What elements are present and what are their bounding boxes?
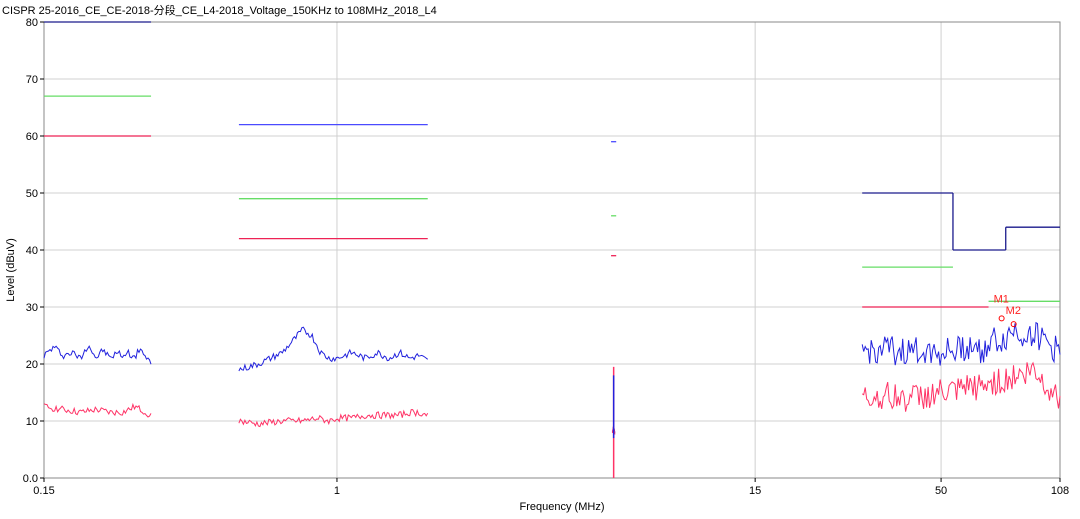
y-tick-label: 50 xyxy=(26,188,38,200)
series-trace xyxy=(43,402,152,418)
x-tick-label: 0.15 xyxy=(33,485,54,497)
x-tick-label: 15 xyxy=(749,485,761,497)
series-trace xyxy=(238,408,429,428)
series-trace xyxy=(861,361,1061,412)
y-axis-label: Level (dBuV) xyxy=(5,238,17,302)
x-tick-label: 1 xyxy=(334,485,340,497)
series-trace xyxy=(43,345,152,365)
marker-label: M1 xyxy=(994,293,1009,305)
y-tick-label: 60 xyxy=(26,131,38,143)
limit-lines xyxy=(44,21,1060,308)
emission-chart: M1M2 0.0 10 20 30 40 50 60 70 80 0.15 1 15 50 108 Fre… xyxy=(5,17,1069,513)
marker-label: M2 xyxy=(1006,305,1021,317)
x-tick-label: 50 xyxy=(935,485,947,497)
y-tick-label: 20 xyxy=(26,359,38,371)
series-trace xyxy=(861,321,1061,366)
y-tick-label: 80 xyxy=(26,17,38,29)
x-tick-label: 108 xyxy=(1051,485,1069,497)
y-tick-label: 10 xyxy=(26,416,38,428)
y-tick-label: 70 xyxy=(26,74,38,86)
y-tick-label: 30 xyxy=(26,302,38,314)
markers: M1M2 xyxy=(994,293,1021,328)
y-tick-label: 0.0 xyxy=(23,473,38,485)
measurement-series xyxy=(43,321,1061,478)
x-axis-label: Frequency (MHz) xyxy=(520,501,605,513)
marker-point xyxy=(998,315,1005,322)
grid xyxy=(43,21,1061,479)
y-tick-label: 40 xyxy=(26,245,38,257)
axis-ticks: 0.0 10 20 30 40 50 60 70 80 0.15 1 15 50 108 xyxy=(23,17,1069,497)
